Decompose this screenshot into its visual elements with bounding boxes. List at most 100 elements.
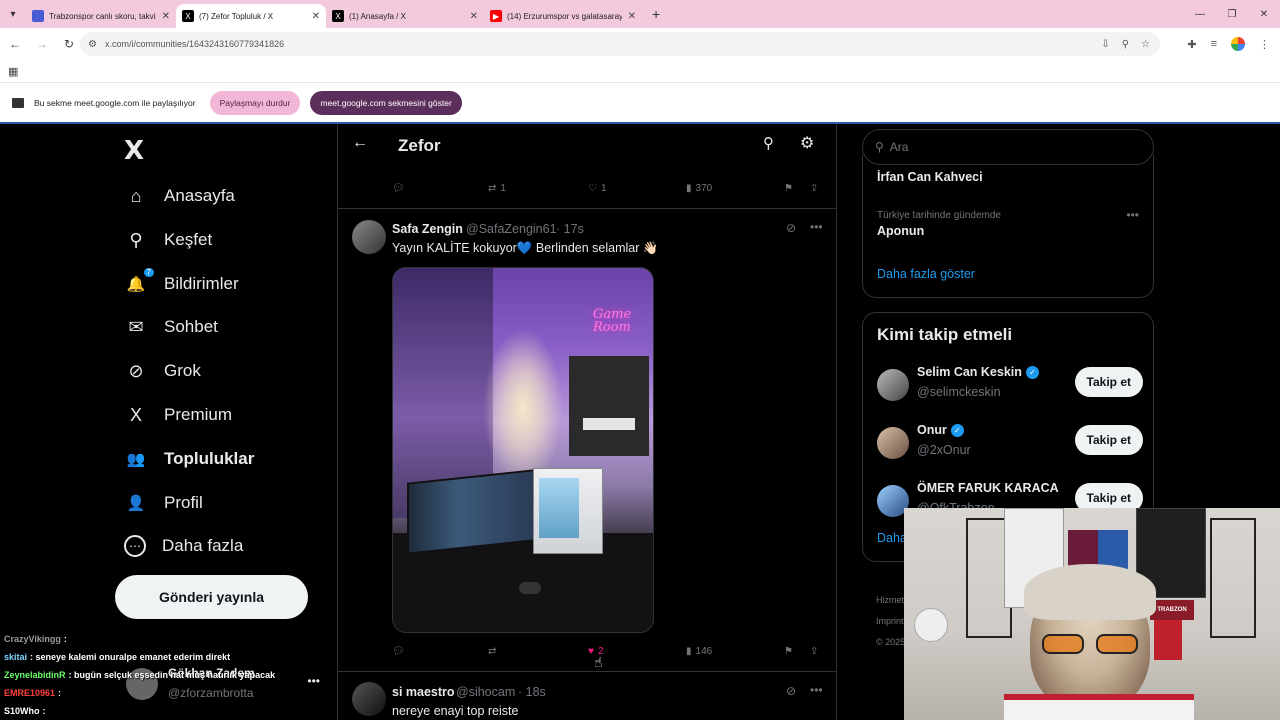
new-tab-icon[interactable]: + [652, 6, 660, 22]
bookmarks-bar: ▦ [0, 60, 1280, 82]
nav-item-messages[interactable]: ✉ Sohbet [124, 309, 217, 345]
more-dots-icon[interactable]: ••• [1126, 208, 1139, 222]
restore-icon[interactable]: ❐ [1216, 0, 1248, 28]
nav-item-more[interactable]: ⋯ Daha fazla [124, 528, 243, 564]
forward-icon[interactable]: → [30, 32, 54, 56]
nav-item-grok[interactable]: ⊘ Grok [124, 353, 200, 389]
nav-item-notifications[interactable]: 🔔 7 Bildirimler [124, 266, 239, 302]
tab-title: Trabzonspor canlı skoru, takvim [49, 11, 156, 21]
back-arrow-icon[interactable]: ← [352, 134, 368, 152]
footer-link[interactable]: Imprint [876, 611, 905, 632]
tab-close-icon[interactable]: ✕ [312, 11, 320, 22]
site-settings-icon[interactable]: ⚙ [88, 39, 97, 50]
youtube-favicon-icon: ▶ [490, 10, 502, 22]
profile-avatar[interactable] [1231, 37, 1245, 51]
back-icon[interactable]: ← [3, 32, 27, 56]
follow-suggestion[interactable]: Onur ✓ @2xOnur Takip et [877, 423, 1143, 469]
bookmark-icon[interactable]: ⚑ [784, 646, 793, 657]
browser-tab-2[interactable]: X (7) Zefor Topluluk / X ✕ [176, 4, 326, 28]
show-more-link[interactable]: Daha fazla göster [877, 267, 975, 281]
cam-shirt [1004, 694, 1194, 720]
tab-close-icon[interactable]: ✕ [162, 11, 170, 22]
bookmark-star-icon[interactable]: ☆ [1141, 39, 1150, 50]
tweet-time[interactable]: · 18s [518, 685, 546, 699]
reload-icon[interactable]: ↻ [57, 32, 81, 56]
stop-sharing-button[interactable]: Paylaşmayı durdur [209, 90, 301, 115]
chat-line: EMRE10961: [4, 688, 61, 698]
trend-item[interactable]: Aponun [877, 224, 924, 238]
apps-grid-icon[interactable]: ▦ [8, 65, 18, 78]
tab-close-icon[interactable]: ✕ [628, 11, 636, 22]
bookmark-icon[interactable]: ⚑ [784, 183, 793, 194]
photo-lamp [483, 328, 563, 488]
mail-icon: ✉ [128, 316, 144, 337]
nav-item-premium[interactable]: X Premium [124, 397, 232, 433]
extensions-icon[interactable]: ✚ [1187, 38, 1196, 51]
tweet-author-handle[interactable]: @SafaZengin61 [466, 222, 557, 236]
nav-item-home[interactable]: ⌂ Anasayfa [124, 178, 235, 214]
grok-explain-icon[interactable]: ⊘ [786, 684, 796, 698]
grok-explain-icon[interactable]: ⊘ [786, 221, 796, 235]
verified-badge-icon: ✓ [950, 424, 964, 437]
tweet-author-name[interactable]: Safa Zengin [392, 222, 463, 236]
tweet-author-handle[interactable]: @sihocam [456, 685, 515, 699]
cam-shelf [1210, 518, 1256, 638]
tab-title: (14) Erzurumspor vs galatasaray [507, 11, 622, 21]
search-input[interactable]: ⚲ Ara [862, 129, 1154, 165]
chat-line: CrazyVikingg: [4, 634, 67, 644]
suggestion-handle: @2xOnur [917, 443, 971, 457]
retweet-button[interactable]: ⇄ 1 [488, 183, 506, 194]
more-dots-icon[interactable]: ••• [810, 220, 823, 234]
nav-label: Premium [164, 405, 233, 424]
retweet-count: 1 [500, 183, 506, 194]
nav-item-communities[interactable]: 👥 Topluluklar [124, 441, 255, 477]
like-button[interactable]: ♡ 1 [588, 183, 607, 194]
avatar[interactable] [352, 220, 386, 254]
zoom-icon[interactable]: ⚲ [1122, 39, 1129, 50]
more-dots-icon[interactable]: ••• [810, 683, 823, 697]
install-icon[interactable]: ⇩ [1101, 39, 1109, 50]
footer-link[interactable]: Hizmet [876, 590, 905, 611]
gear-icon[interactable]: ⚙ [800, 133, 814, 153]
media-icon[interactable]: ≡ [1211, 38, 1217, 50]
share-icon[interactable]: ⇪ [810, 646, 818, 657]
browser-tab-4[interactable]: ▶ (14) Erzurumspor vs galatasaray ✕ [484, 4, 642, 28]
post-button[interactable]: Gönderi yayınla [115, 575, 308, 619]
trend-context: Türkiye tarihinde gündemde [877, 210, 1001, 221]
views-button[interactable]: ▮ 370 [686, 183, 712, 194]
nav-item-explore[interactable]: ⚲ Keşfet [124, 222, 212, 258]
browser-tab-1[interactable]: Trabzonspor canlı skoru, takvim ✕ [26, 4, 176, 28]
avatar [877, 427, 909, 459]
search-icon[interactable]: ⚲ [763, 134, 774, 152]
tweet-author-name[interactable]: si maestro [392, 685, 455, 699]
minimize-icon[interactable]: — [1184, 0, 1216, 28]
follow-button[interactable]: Takip et [1074, 425, 1143, 455]
chat-user: ZeynelabidinR [4, 670, 66, 680]
reply-icon[interactable]: 💬︎ [392, 183, 405, 194]
close-window-icon[interactable]: ✕ [1248, 0, 1280, 28]
cam-fan [914, 608, 948, 642]
avatar[interactable] [352, 682, 386, 716]
profile-icon: 👤 [126, 495, 146, 512]
suggestion-name: Selim Can Keskin ✓ [917, 365, 1039, 379]
share-icon[interactable]: ⇪ [810, 183, 818, 194]
tab-close-icon[interactable]: ✕ [470, 11, 478, 22]
browser-menu-icon[interactable]: ⋮ [1259, 38, 1270, 51]
show-meet-tab-button[interactable]: meet.google.com sekmesini göster [310, 90, 462, 115]
suggestion-name: ÖMER FARUK KARACA [917, 481, 1059, 495]
tab-search-icon[interactable]: ▾ [0, 0, 26, 28]
tweet-time[interactable]: · 17s [556, 222, 584, 236]
browser-tab-3[interactable]: X (1) Anasayfa / X ✕ [326, 4, 484, 28]
x-logo-icon[interactable]: X [124, 136, 144, 166]
retweet-icon[interactable]: ⇄ [488, 646, 496, 657]
trend-item[interactable]: İrfan Can Kahveci [877, 170, 983, 184]
search-placeholder: Ara [889, 140, 909, 154]
tweet-photo[interactable]: Game Room [392, 267, 654, 633]
main-column: ← Zefor ⚲ ⚙ 💬︎ ⇄ 1 ♡ 1 ▮ 370 ⚑ ⇪ Safa Zengi… [337, 124, 837, 720]
follow-suggestion[interactable]: Selim Can Keskin ✓ @selimckeskin Takip et [877, 365, 1143, 411]
url-input[interactable]: ⚙ x.com/i/communities/164324316077934182… [80, 32, 1160, 56]
follow-button[interactable]: Takip et [1074, 367, 1143, 397]
nav-item-profile[interactable]: 👤 Profil [124, 485, 203, 521]
views-button[interactable]: ▮ 146 [686, 646, 712, 657]
reply-icon[interactable]: 💬︎ [392, 646, 405, 657]
